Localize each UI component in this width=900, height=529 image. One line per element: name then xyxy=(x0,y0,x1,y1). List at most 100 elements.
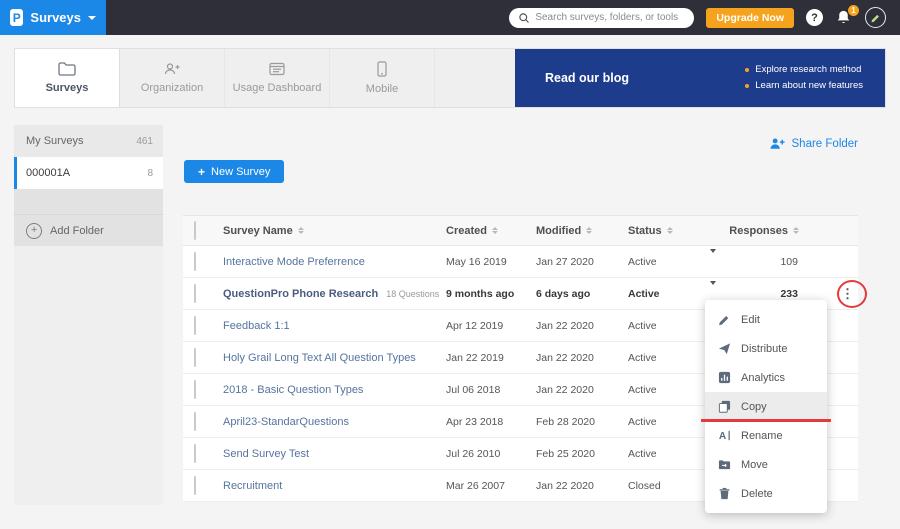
created-cell: Jan 22 2019 xyxy=(446,352,536,364)
status-cell: Active xyxy=(628,384,698,396)
sort-icon xyxy=(586,227,592,234)
modified-cell: Jan 22 2020 xyxy=(536,384,628,396)
responses-cell: 233 xyxy=(780,288,801,300)
row-checkbox[interactable] xyxy=(194,348,196,367)
tab-label: Mobile xyxy=(366,83,398,95)
status-dropdown-icon[interactable] xyxy=(710,281,716,302)
status-cell: Active xyxy=(628,320,698,332)
folder-move-icon xyxy=(718,458,731,471)
sidebar-item-my-surveys[interactable]: My Surveys 461 xyxy=(14,125,163,157)
modified-cell: Jan 22 2020 xyxy=(536,352,628,364)
survey-row: Interactive Mode Preferrence May 16 2019… xyxy=(183,246,858,278)
share-folder-button[interactable]: Share Folder xyxy=(769,137,858,150)
global-search[interactable] xyxy=(509,8,694,28)
menu-item-label: Rename xyxy=(741,430,783,442)
topbar: P Surveys Upgrade Now ? 1 xyxy=(0,0,900,35)
folder-count: 8 xyxy=(147,168,153,179)
menu-item-label: Move xyxy=(741,459,768,471)
column-header-label: Survey Name xyxy=(223,225,293,237)
plus-icon: + xyxy=(198,165,205,179)
sidebar-item-000001a[interactable]: 000001A 8 xyxy=(14,157,163,189)
blog-banner-bullets: Explore research method Learn about new … xyxy=(745,62,863,94)
modified-cell: Feb 25 2020 xyxy=(536,448,628,460)
menu-item-label: Analytics xyxy=(741,372,785,384)
survey-name-link[interactable]: Holy Grail Long Text All Question Types xyxy=(223,352,416,364)
status-dropdown-icon[interactable] xyxy=(710,249,716,270)
menu-item-distribute[interactable]: Distribute xyxy=(705,334,827,363)
menu-item-analytics[interactable]: Analytics xyxy=(705,363,827,392)
row-actions-kebab-button[interactable]: ⋮ xyxy=(841,287,858,300)
svg-text:A: A xyxy=(719,431,727,442)
blog-bullet: Learn about new features xyxy=(745,78,863,94)
row-checkbox[interactable] xyxy=(194,476,196,495)
row-checkbox[interactable] xyxy=(194,444,196,463)
menu-item-label: Distribute xyxy=(741,343,787,355)
tab-usage-dashboard[interactable]: Usage Dashboard xyxy=(225,49,330,107)
created-cell: Apr 12 2019 xyxy=(446,320,536,332)
menu-item-delete[interactable]: Delete xyxy=(705,479,827,508)
row-checkbox[interactable] xyxy=(194,316,196,335)
select-all-checkbox[interactable] xyxy=(194,221,196,240)
product-switcher[interactable]: P Surveys xyxy=(0,0,106,35)
menu-item-label: Copy xyxy=(741,401,767,413)
send-icon xyxy=(718,342,731,355)
add-folder-button[interactable]: + Add Folder xyxy=(14,214,163,246)
tab-label: Surveys xyxy=(46,82,89,94)
column-header-status[interactable]: Status xyxy=(628,225,698,237)
survey-name-link[interactable]: Send Survey Test xyxy=(223,448,309,460)
questionpro-logo-icon: P xyxy=(10,9,23,26)
blog-bullet: Explore research method xyxy=(745,62,863,78)
row-checkbox[interactable] xyxy=(194,284,196,303)
survey-name-link[interactable]: Recruitment xyxy=(223,480,282,492)
pencil-icon xyxy=(718,313,731,326)
tab-mobile[interactable]: Mobile xyxy=(330,49,435,107)
column-header-survey-name[interactable]: Survey Name xyxy=(223,225,446,237)
plus-circle-icon: + xyxy=(26,223,42,239)
survey-name-link[interactable]: QuestionPro Phone Research xyxy=(223,288,378,300)
blog-banner-title: Read our blog xyxy=(545,71,629,85)
main-tabs: Surveys Organization Usage Dashboard Mob… xyxy=(14,48,886,108)
status-cell: Active xyxy=(628,352,698,364)
rename-icon: A xyxy=(718,429,731,442)
column-header-modified[interactable]: Modified xyxy=(536,225,628,237)
row-checkbox[interactable] xyxy=(194,412,196,431)
table-header-row: Survey Name Created Modified Status Resp… xyxy=(183,215,858,246)
product-menu-label: Surveys xyxy=(30,10,81,25)
add-folder-label: Add Folder xyxy=(50,225,104,237)
mobile-icon xyxy=(377,61,387,77)
column-header-label: Modified xyxy=(536,225,581,237)
menu-item-label: Edit xyxy=(741,314,760,326)
survey-name-link[interactable]: 2018 - Basic Question Types xyxy=(223,384,363,396)
row-checkbox[interactable] xyxy=(194,380,196,399)
created-cell: Jul 26 2010 xyxy=(446,448,536,460)
chart-icon xyxy=(718,371,731,384)
sidebar-spacer xyxy=(14,189,163,214)
tab-surveys[interactable]: Surveys xyxy=(15,49,120,107)
question-count-label: 18 Questions xyxy=(386,289,439,299)
survey-name-link[interactable]: Feedback 1:1 xyxy=(223,320,290,332)
tab-organization[interactable]: Organization xyxy=(120,49,225,107)
feedback-button[interactable] xyxy=(865,7,886,28)
column-header-label: Created xyxy=(446,225,487,237)
search-input[interactable] xyxy=(535,12,685,23)
menu-item-edit[interactable]: Edit xyxy=(705,305,827,334)
row-checkbox[interactable] xyxy=(194,252,196,271)
blog-banner[interactable]: Read our blog Explore research method Le… xyxy=(515,49,885,107)
survey-name-link[interactable]: April23-StandarQuestions xyxy=(223,416,349,428)
new-survey-button[interactable]: + New Survey xyxy=(184,160,284,183)
organization-icon xyxy=(163,62,181,76)
sort-icon xyxy=(492,227,498,234)
folder-icon xyxy=(58,62,76,76)
survey-name-link[interactable]: Interactive Mode Preferrence xyxy=(223,256,365,268)
menu-item-rename[interactable]: A Rename xyxy=(705,421,827,450)
column-header-responses[interactable]: Responses xyxy=(726,225,801,237)
upgrade-button[interactable]: Upgrade Now xyxy=(706,8,794,28)
created-cell: Mar 26 2007 xyxy=(446,480,536,492)
sort-icon xyxy=(667,227,673,234)
copy-icon xyxy=(718,400,731,413)
menu-item-move[interactable]: Move xyxy=(705,450,827,479)
column-header-created[interactable]: Created xyxy=(446,225,536,237)
notifications-button[interactable]: 1 xyxy=(835,9,853,27)
help-icon[interactable]: ? xyxy=(806,9,823,26)
menu-item-copy[interactable]: Copy xyxy=(705,392,827,421)
